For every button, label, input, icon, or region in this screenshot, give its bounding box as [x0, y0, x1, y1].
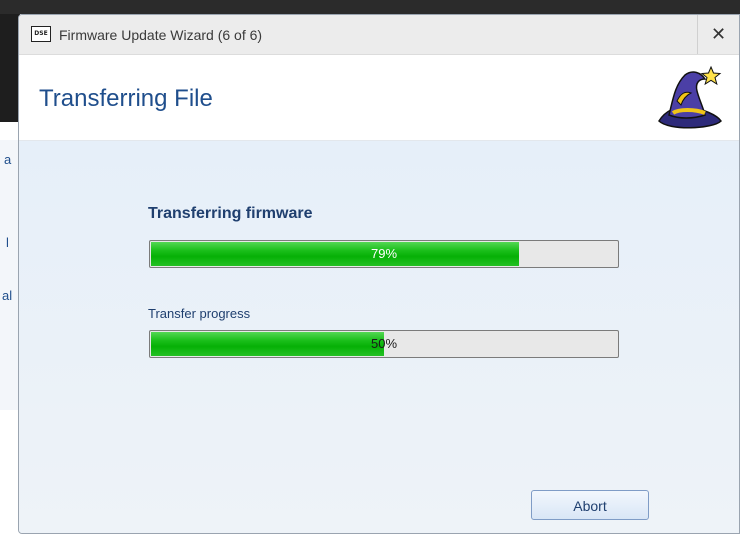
close-button[interactable]: ✕	[697, 15, 739, 54]
page-title: Transferring File	[39, 85, 213, 112]
background-text-fragment: a	[4, 152, 12, 167]
wizard-header: Transferring File	[19, 55, 739, 141]
transfer-progress-bar: 50%	[149, 330, 619, 358]
wizard-hat-icon	[658, 65, 722, 129]
title-bar[interactable]: DSE Firmware Update Wizard (6 of 6) ✕	[19, 15, 739, 55]
firmware-progress-label: Transferring firmware	[148, 205, 313, 222]
transfer-progress-percent: 50%	[370, 336, 398, 351]
background-app-side-panel	[0, 140, 19, 410]
firmware-update-dialog: DSE Firmware Update Wizard (6 of 6) ✕ Tr…	[18, 14, 740, 534]
abort-button[interactable]: Abort	[531, 490, 649, 520]
transfer-progress-label: Transfer progress	[148, 306, 251, 321]
background-app-dark-panel	[0, 14, 20, 122]
background-text-fragment: l	[6, 235, 9, 250]
background-text-fragment: al	[2, 288, 13, 303]
firmware-progress-bar: 79%	[149, 240, 619, 268]
background-app-top-bar	[0, 0, 740, 14]
app-icon: DSE	[31, 26, 51, 42]
firmware-progress-percent: 79%	[370, 246, 398, 261]
window-title: Firmware Update Wizard (6 of 6)	[59, 27, 263, 43]
close-icon: ✕	[710, 24, 727, 45]
